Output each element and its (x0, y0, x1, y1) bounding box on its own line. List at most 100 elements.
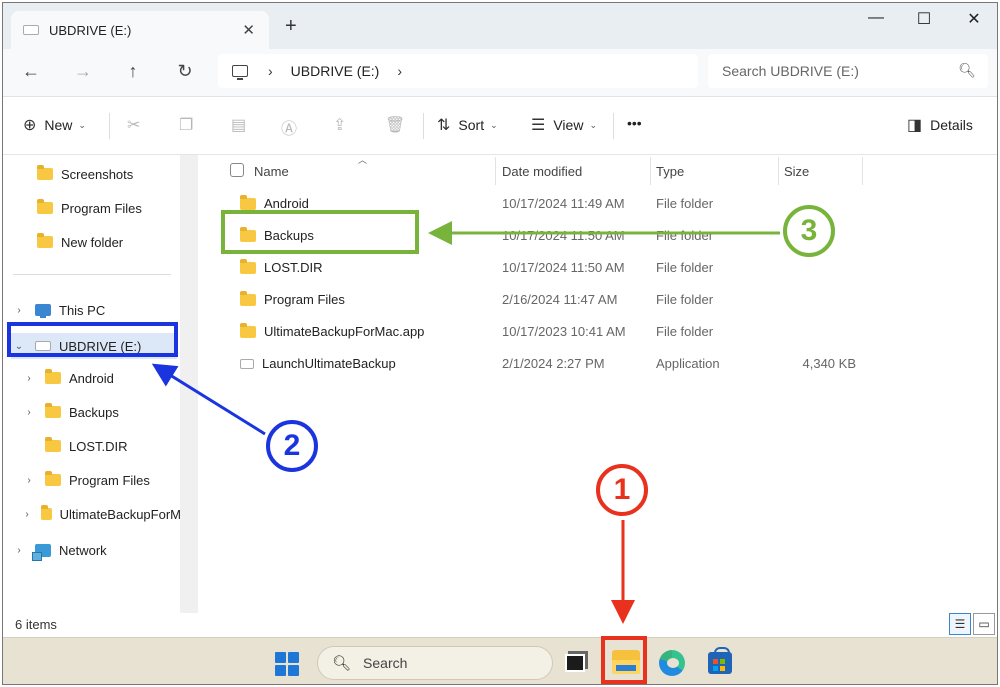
cut-button[interactable]: ✂ (127, 115, 148, 135)
file-explorer-taskbar-icon[interactable] (612, 650, 640, 674)
maximize-button[interactable]: ☐ (909, 9, 939, 29)
new-button[interactable]: ⊕ New ⌄ (23, 115, 86, 135)
chevron-right-icon[interactable]: › (23, 373, 35, 384)
tab-ubdrive[interactable]: UBDRIVE (E:) ✕ (11, 11, 269, 49)
back-button[interactable]: ← (17, 61, 45, 82)
item-count: 6 items (15, 617, 57, 632)
rename-button[interactable]: Ⓐ (281, 115, 305, 139)
close-window-button[interactable]: ✕ (959, 9, 989, 29)
task-view-icon[interactable] (565, 654, 585, 672)
toolbar-divider (613, 113, 614, 139)
more-options-button[interactable]: ••• (627, 115, 642, 131)
navigation-pane: Screenshots Program Files New folder › T… (3, 155, 198, 613)
scissors-icon: ✂ (127, 117, 141, 134)
breadcrumb-ubdrive[interactable]: UBDRIVE (E:) (291, 63, 380, 79)
close-tab-icon[interactable]: ✕ (242, 21, 255, 39)
view-button[interactable]: ☰ View ⌄ (531, 115, 597, 135)
column-header-type[interactable]: Type (656, 155, 684, 187)
sidebar-item-label: Backups (69, 404, 119, 420)
sidebar-item-backups[interactable]: › Backups (23, 401, 119, 423)
column-header-date[interactable]: Date modified (502, 155, 582, 187)
file-row-lost-dir[interactable]: LOST.DIR 10/17/2024 11:50 AM File folder (200, 253, 880, 283)
folder-icon (240, 290, 256, 306)
paste-button[interactable]: ▤ (231, 115, 254, 135)
sidebar-item-network[interactable]: › Network (13, 539, 107, 561)
copy-button[interactable]: ❐ (179, 115, 201, 135)
column-header-name[interactable]: Name (254, 155, 289, 187)
file-date: 10/17/2024 11:50 AM (502, 228, 625, 243)
details-view-button[interactable]: ☰ (949, 613, 971, 635)
file-list: ︿ Name Date modified Type Size Android 1… (200, 155, 997, 613)
chevron-right-icon[interactable]: › (23, 407, 35, 418)
start-button[interactable] (275, 652, 299, 676)
column-divider[interactable] (495, 157, 496, 185)
chevron-right-icon[interactable]: › (23, 509, 31, 520)
file-row-ultimatebackupformac[interactable]: UltimateBackupForMac.app 10/17/2023 10:4… (200, 317, 880, 347)
chevron-down-icon[interactable]: ⌄ (13, 341, 25, 352)
breadcrumb-separator-icon[interactable]: › (268, 63, 273, 79)
refresh-button[interactable]: ↻ (171, 61, 199, 82)
store-tile-icon (720, 659, 725, 664)
sidebar-item-screenshots[interactable]: Screenshots (37, 163, 133, 185)
microsoft-store-icon[interactable] (708, 647, 732, 674)
details-pane-button[interactable]: ◨ Details (907, 115, 973, 135)
more-dots-icon: ••• (627, 115, 642, 131)
file-row-launchultimatebackup[interactable]: LaunchUltimateBackup 2/1/2024 2:27 PM Ap… (200, 349, 880, 379)
new-tab-button[interactable]: + (285, 15, 297, 38)
chevron-right-icon[interactable]: › (13, 305, 25, 316)
file-name: LOST.DIR (240, 258, 323, 275)
column-divider[interactable] (778, 157, 779, 185)
edge-browser-icon[interactable] (659, 650, 685, 676)
search-input[interactable]: Search UBDRIVE (E:) 🔍︎ (708, 54, 988, 88)
tiles-view-button[interactable]: ▭ (973, 613, 995, 635)
store-tile-icon (713, 666, 718, 671)
sidebar-item-label: Network (59, 542, 107, 558)
breadcrumb-chevron-icon[interactable]: › (397, 63, 402, 79)
taskbar-search[interactable]: 🔍︎ Search (317, 646, 553, 680)
share-button[interactable]: ⇪ (333, 115, 354, 135)
file-date: 2/1/2024 2:27 PM (502, 356, 605, 371)
column-divider[interactable] (862, 157, 863, 185)
sidebar-item-ubdrive[interactable]: ⌄ UBDRIVE (E:) (11, 333, 177, 359)
forward-button[interactable]: → (69, 61, 97, 82)
column-header-size[interactable]: Size (784, 155, 809, 187)
file-row-program-files[interactable]: Program Files 2/16/2024 11:47 AM File fo… (200, 285, 880, 315)
file-name-text: Android (264, 196, 309, 211)
rename-icon: Ⓐ (281, 121, 298, 138)
drive-icon (35, 341, 51, 351)
copy-icon: ❐ (179, 117, 194, 134)
file-row-backups[interactable]: Backups 10/17/2024 11:50 AM File folder (200, 221, 880, 251)
status-bar: 6 items ☰ ▭ (3, 613, 997, 637)
address-row: ← → ↑ ↻ › UBDRIVE (E:) › Search UBDRIVE … (3, 49, 997, 97)
title-bar: UBDRIVE (E:) ✕ + — ☐ ✕ (3, 3, 997, 49)
up-button[interactable]: ↑ (119, 61, 147, 82)
select-all-checkbox[interactable] (230, 163, 244, 177)
sidebar-scrollbar[interactable] (180, 155, 198, 613)
sidebar-item-program-files[interactable]: Program Files (37, 197, 142, 219)
address-bar[interactable]: › UBDRIVE (E:) › (218, 54, 698, 88)
column-divider[interactable] (650, 157, 651, 185)
sidebar-item-label: LOST.DIR (69, 438, 128, 454)
sort-button[interactable]: ⇅ Sort ⌄ (437, 115, 498, 135)
folder-bar-shape (616, 665, 636, 671)
delete-button[interactable]: 🗑︎ (385, 115, 413, 135)
sidebar-item-lost-dir[interactable]: LOST.DIR (23, 435, 128, 457)
minimize-button[interactable]: — (861, 9, 891, 27)
chevron-right-icon[interactable]: › (23, 475, 35, 486)
chevron-right-icon[interactable]: › (13, 545, 25, 556)
store-tile-icon (720, 666, 725, 671)
folder-icon (37, 165, 53, 180)
share-icon: ⇪ (333, 117, 347, 134)
sidebar-item-label: New folder (61, 234, 124, 250)
sidebar-item-program-files-drive[interactable]: › Program Files (23, 469, 150, 491)
sidebar-item-ultimatebackupformac[interactable]: › UltimateBackupForM (23, 503, 181, 525)
sidebar-item-this-pc[interactable]: › This PC (13, 299, 105, 321)
windows-logo-icon (275, 665, 286, 676)
sort-arrows-icon: ⇅ (437, 117, 451, 134)
file-type: File folder (656, 324, 714, 339)
folder-icon (45, 437, 61, 452)
sidebar-item-android[interactable]: › Android (23, 367, 114, 389)
folder-icon (45, 403, 61, 418)
sidebar-item-new-folder[interactable]: New folder (37, 231, 123, 253)
file-row-android[interactable]: Android 10/17/2024 11:49 AM File folder (200, 189, 880, 219)
